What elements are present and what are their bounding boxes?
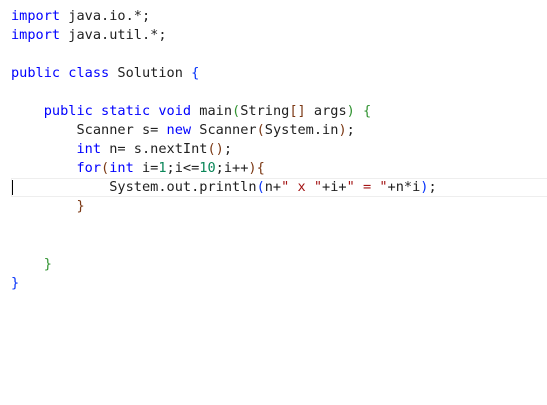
bracket: }	[43, 256, 52, 272]
class-name: Solution	[109, 65, 192, 81]
code-text: java.util.*;	[60, 27, 167, 43]
keyword: import	[11, 8, 61, 24]
keyword: int	[76, 141, 102, 157]
type-name: Scanner	[191, 122, 257, 138]
code-line-4[interactable]: public class Solution {	[11, 64, 199, 83]
type-name: String	[240, 103, 290, 119]
bracket: {	[191, 65, 200, 81]
bracket: (	[256, 179, 265, 195]
code-text: +i+	[322, 179, 347, 195]
method-name: nextInt	[150, 141, 208, 157]
code-text: .	[158, 179, 167, 195]
string-literal: " x "	[281, 179, 323, 195]
code-line-10[interactable]: System.out.println(n+" x "+i+" = "+n*i);	[11, 178, 437, 197]
keyword: class	[68, 65, 110, 81]
keyword: for	[76, 160, 102, 176]
method-name: println	[199, 179, 257, 195]
parameter-name: args	[305, 103, 347, 119]
code-text: n+	[264, 179, 282, 195]
bracket: (	[256, 122, 265, 138]
bracket: }	[11, 275, 20, 291]
code-text: java.io.*;	[60, 8, 151, 24]
keyword: static	[101, 103, 151, 119]
code-text: ;i++	[215, 160, 249, 176]
string-literal: " = "	[346, 179, 388, 195]
code-line-11[interactable]: }	[11, 197, 85, 216]
bracket: {	[363, 103, 372, 119]
code-line-9[interactable]: for(int i=1;i<=10;i++){	[11, 159, 265, 178]
code-text: s=	[133, 122, 167, 138]
code-text: .in	[313, 122, 339, 138]
code-line-6[interactable]: public static void main(String[] args) {	[11, 102, 371, 121]
keyword: new	[166, 122, 192, 138]
code-line-2[interactable]: import java.util.*;	[11, 26, 167, 45]
bracket: )	[248, 160, 257, 176]
bracket: ()	[207, 141, 224, 157]
code-text: n= s.	[101, 141, 151, 157]
code-line-14[interactable]: }	[11, 255, 52, 274]
type-name: System	[109, 179, 159, 195]
bracket: (	[101, 160, 110, 176]
field-name: out	[166, 179, 192, 195]
bracket: (	[232, 103, 241, 119]
code-text: ;	[346, 122, 355, 138]
code-text: ;	[223, 141, 233, 157]
keyword: public	[43, 103, 93, 119]
type-name: Scanner	[76, 122, 134, 138]
keyword: public	[11, 65, 61, 81]
keyword: void	[158, 103, 192, 119]
code-text: ;	[428, 179, 437, 195]
bracket: []	[289, 103, 306, 119]
keyword: int	[109, 160, 134, 176]
type-name: System	[264, 122, 314, 138]
bracket: {	[256, 160, 265, 176]
number-literal: 10	[199, 160, 216, 176]
code-text: ;i<=	[166, 160, 200, 176]
bracket: )	[346, 103, 355, 119]
keyword: import	[11, 27, 61, 43]
code-line-15[interactable]: }	[11, 274, 19, 293]
code-line-8[interactable]: int n= s.nextInt();	[11, 140, 232, 159]
bracket: )	[338, 122, 347, 138]
code-text: +n*i	[387, 179, 421, 195]
code-line-1[interactable]: import java.io.*;	[11, 7, 150, 26]
code-editor[interactable]: import java.io.*; import java.util.*; pu…	[0, 0, 547, 405]
code-text: i=	[133, 160, 159, 176]
bracket: }	[76, 198, 85, 214]
number-literal: 1	[158, 160, 167, 176]
code-line-7[interactable]: Scanner s= new Scanner(System.in);	[11, 121, 355, 140]
method-name: main	[199, 103, 233, 119]
